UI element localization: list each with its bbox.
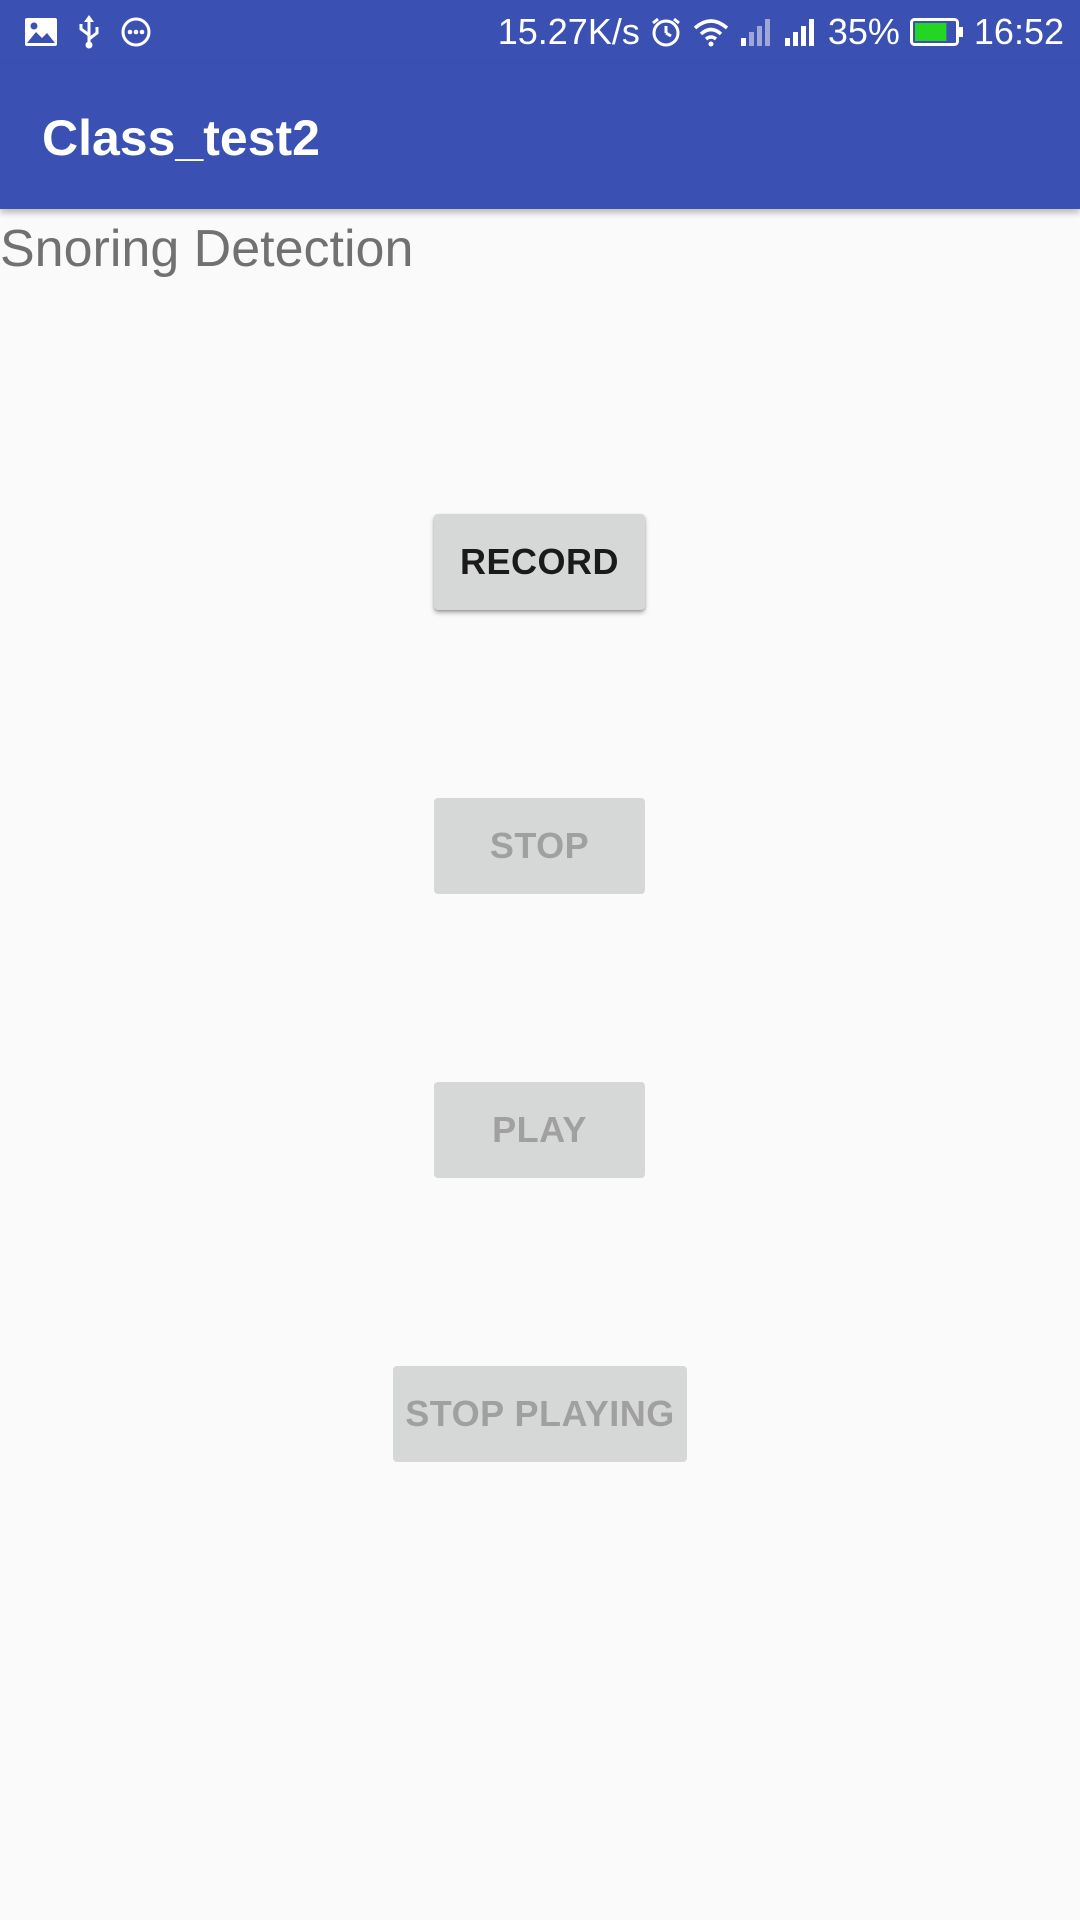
status-left-icons <box>24 14 152 50</box>
stop-playing-button[interactable]: STOP PLAYING <box>393 1366 687 1462</box>
network-speed: 15.27K/s <box>497 11 640 52</box>
signal-strong-icon <box>784 18 818 46</box>
battery-icon <box>909 18 964 46</box>
alarm-icon <box>650 16 682 48</box>
signal-weak-icon <box>740 18 774 46</box>
status-right-indicators: 15.27K/s 35% 16:52 <box>498 8 1064 56</box>
stop-button[interactable]: STOP <box>434 798 645 894</box>
record-button[interactable]: RECORD <box>434 514 645 610</box>
play-button[interactable]: PLAY <box>434 1082 645 1178</box>
screen-heading: Snoring Detection <box>0 220 414 278</box>
wifi-icon <box>692 17 730 47</box>
battery-percent: 35% <box>827 11 900 52</box>
clock-time: 16:52 <box>973 11 1064 52</box>
image-icon <box>24 17 58 47</box>
status-bar: 15.27K/s 35% 16:52 <box>0 0 1080 63</box>
app-bar: Class_test2 <box>0 63 1080 209</box>
app-title: Class_test2 <box>42 110 320 166</box>
more-dots-icon <box>120 16 152 48</box>
usb-icon <box>76 15 102 49</box>
